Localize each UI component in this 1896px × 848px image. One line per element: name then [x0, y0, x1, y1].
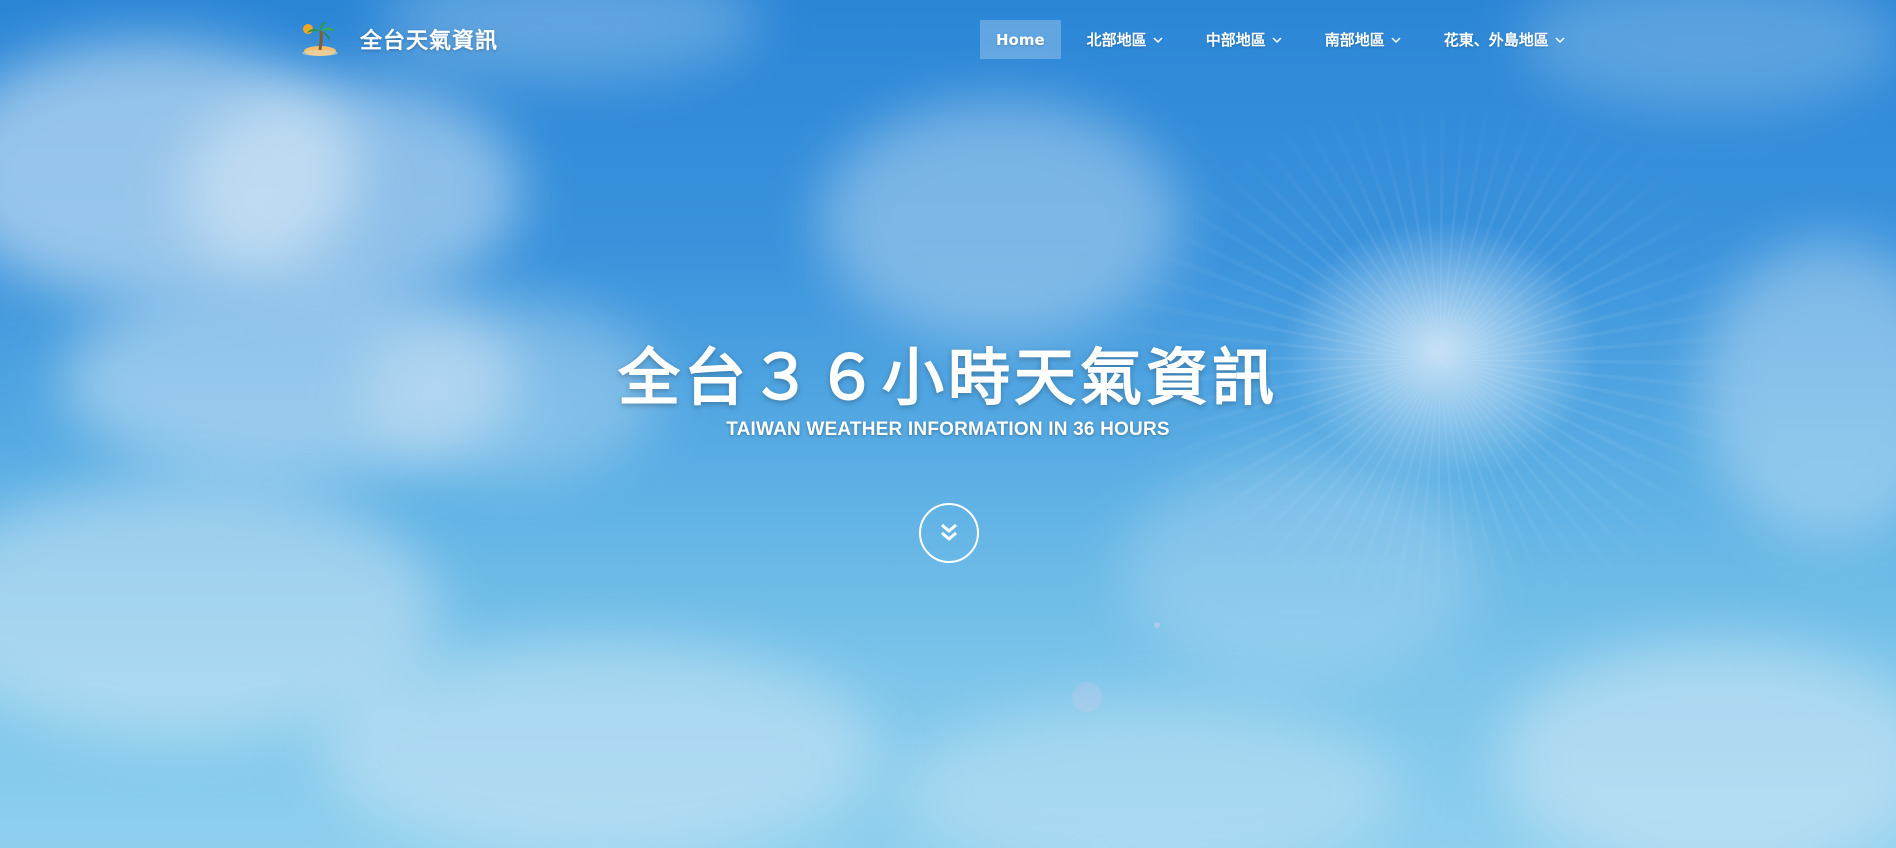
hero-subtitle: TAIWAN WEATHER INFORMATION IN 36 HOURS: [726, 419, 1170, 440]
nav-item-home[interactable]: Home: [980, 20, 1061, 59]
nav-item-label: Home: [996, 30, 1045, 49]
double-chevron-down-icon: [941, 523, 957, 541]
chevron-down-icon: [1391, 36, 1401, 43]
nav-item-north[interactable]: 北部地區: [1071, 20, 1180, 59]
navbar: 全台天氣資訊 Home 北部地區 中部地區 南部地區 花東、外島地區: [0, 0, 1896, 78]
main-nav: Home 北部地區 中部地區 南部地區 花東、外島地區: [980, 20, 1592, 59]
nav-item-east-islands[interactable]: 花東、外島地區: [1428, 20, 1582, 59]
nav-item-south[interactable]: 南部地區: [1309, 20, 1418, 59]
nav-item-central[interactable]: 中部地區: [1190, 20, 1299, 59]
brand-link[interactable]: 全台天氣資訊: [300, 20, 498, 58]
palm-island-icon: [300, 21, 340, 57]
nav-item-label: 中部地區: [1205, 31, 1266, 49]
chevron-down-icon: [1555, 36, 1565, 43]
brand-title: 全台天氣資訊: [360, 29, 499, 54]
nav-item-label: 南部地區: [1324, 31, 1385, 49]
scroll-down-button[interactable]: [919, 503, 979, 563]
nav-item-label: 花東、外島地區: [1443, 31, 1549, 49]
nav-item-label: 北部地區: [1086, 31, 1147, 49]
chevron-down-icon: [1272, 36, 1282, 43]
hero-title: 全台３６小時天氣資訊: [617, 341, 1278, 414]
chevron-down-icon: [1153, 36, 1163, 43]
